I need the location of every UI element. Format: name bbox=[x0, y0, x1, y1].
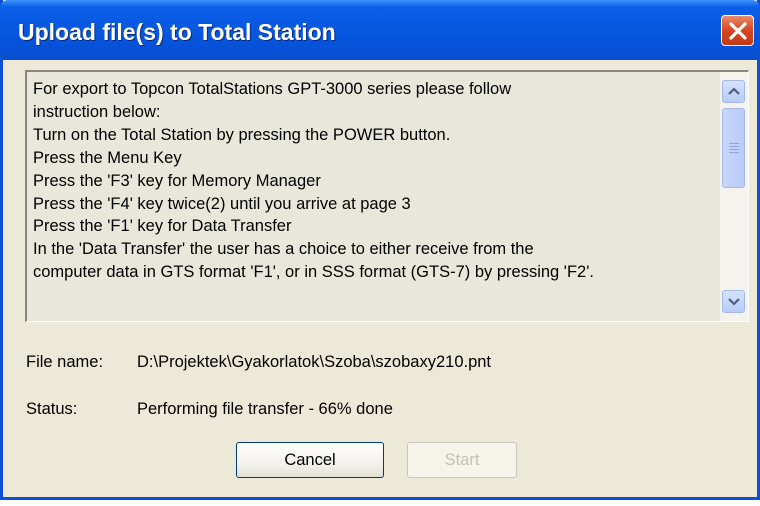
instruction-line: For export to Topcon TotalStations GPT-3… bbox=[33, 80, 512, 98]
dialog-title: Upload file(s) to Total Station bbox=[18, 19, 336, 45]
status-label: Status: bbox=[26, 400, 78, 418]
scroll-down-button[interactable] bbox=[722, 290, 745, 313]
instructions-textbox[interactable]: For export to Topcon TotalStations GPT-3… bbox=[25, 70, 749, 322]
grip-line bbox=[729, 143, 739, 144]
instruction-line: Press the 'F4' key twice(2) until you ar… bbox=[33, 194, 411, 213]
scroll-thumb[interactable] bbox=[722, 108, 745, 188]
scroll-up-button[interactable] bbox=[722, 80, 745, 103]
close-button[interactable] bbox=[721, 15, 754, 46]
upload-dialog: Upload file(s) to Total Station For expo… bbox=[0, 0, 760, 500]
instruction-line: Press the 'F3' key for Memory Manager bbox=[33, 171, 321, 190]
start-button[interactable]: Start bbox=[407, 442, 517, 478]
file-name-label: File name: bbox=[26, 353, 104, 371]
file-name-value: D:\Projektek\Gyakorlatok\Szoba\szobaxy21… bbox=[137, 353, 492, 371]
instruction-line: Press the Menu Key bbox=[33, 148, 182, 167]
instruction-line: computer data in GTS format 'F1', or in … bbox=[33, 263, 594, 282]
vertical-scrollbar[interactable] bbox=[720, 72, 748, 321]
status-value: Performing file transfer - 66% done bbox=[137, 400, 393, 418]
close-icon bbox=[729, 22, 747, 40]
grip-line bbox=[729, 146, 739, 147]
instructions-text: For export to Topcon TotalStations GPT-3… bbox=[33, 78, 719, 316]
cancel-button[interactable]: Cancel bbox=[236, 442, 384, 478]
grip-line bbox=[729, 149, 739, 150]
grip-line bbox=[729, 152, 739, 153]
instruction-line: Turn on the Total Station by pressing th… bbox=[33, 125, 451, 144]
chevron-up-icon bbox=[728, 87, 740, 95]
title-bar[interactable]: Upload file(s) to Total Station bbox=[0, 0, 760, 60]
instruction-line: In the 'Data Transfer' the user has a ch… bbox=[33, 240, 534, 259]
instruction-line: instruction below: bbox=[33, 102, 161, 121]
chevron-down-icon bbox=[728, 298, 740, 306]
instruction-line: Press the 'F1' key for Data Transfer bbox=[33, 217, 292, 236]
